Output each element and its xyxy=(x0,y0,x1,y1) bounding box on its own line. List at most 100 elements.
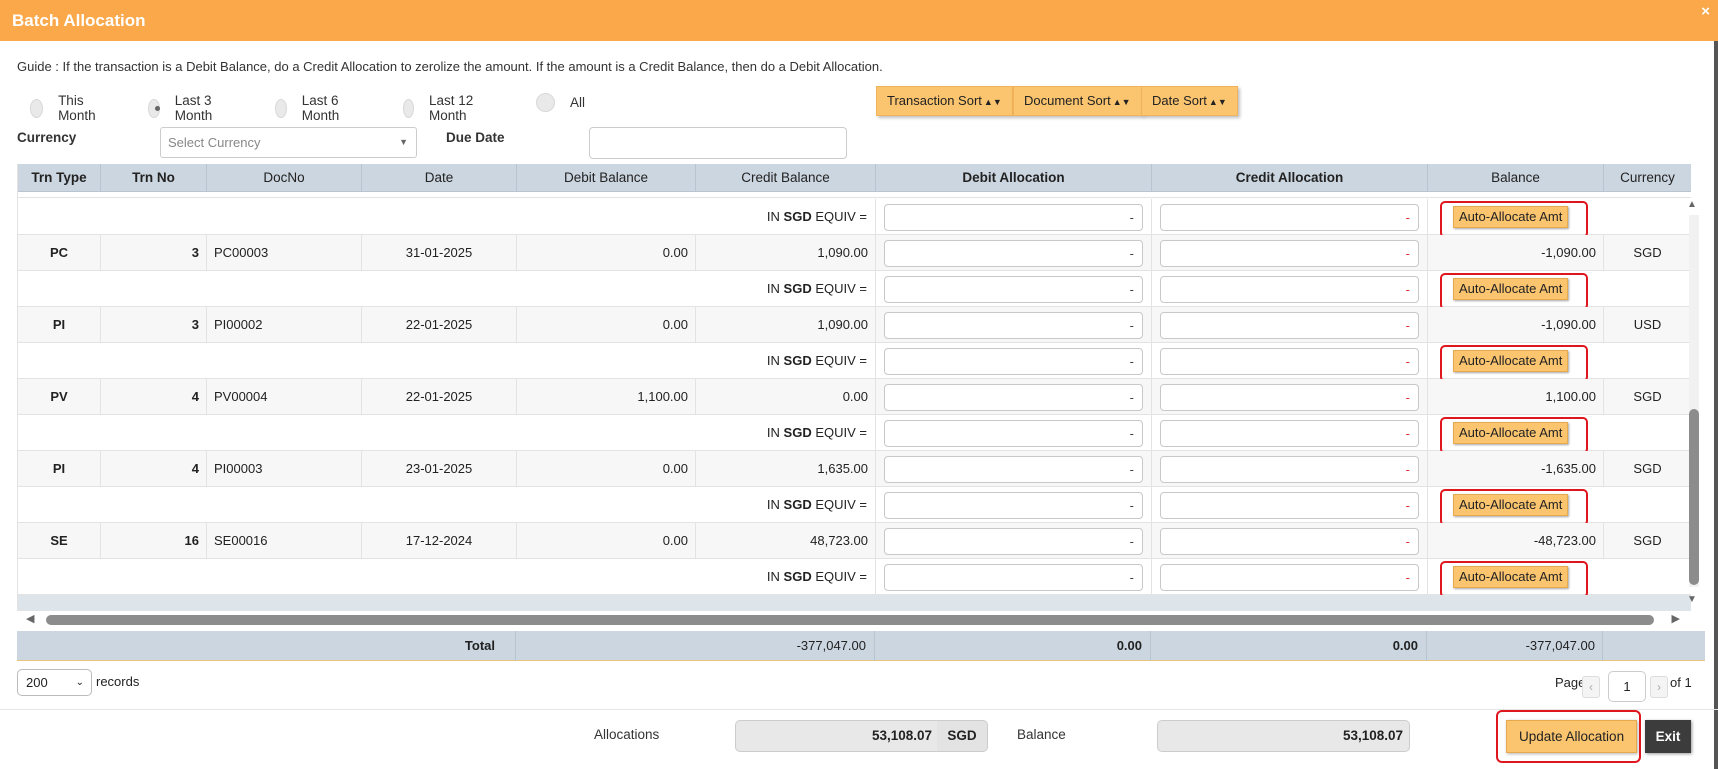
scroll-thumb[interactable] xyxy=(46,615,1654,625)
radio-dot[interactable] xyxy=(536,93,555,112)
radio-dot-selected[interactable] xyxy=(148,98,160,118)
radio-this-month[interactable]: This Month xyxy=(30,93,102,123)
date-sort-button[interactable]: Date Sort ▲▼ xyxy=(1141,86,1238,116)
auto-allocate-button[interactable]: Auto-Allocate Amt xyxy=(1453,206,1569,228)
equiv-row: IN SGD EQUIV = - - Auto-Allocate Amt xyxy=(18,559,1691,598)
scroll-up-icon[interactable]: ▲ xyxy=(1687,199,1697,210)
cell-balance: -1,635.00 xyxy=(1428,451,1604,487)
credit-allocation-input[interactable]: - xyxy=(1160,204,1419,231)
table-row[interactable]: PI 4 PI00003 23-01-2025 0.00 1,635.00 - … xyxy=(18,451,1691,487)
credit-allocation-input[interactable]: - xyxy=(1160,312,1419,339)
credit-allocation-input[interactable]: - xyxy=(1160,420,1419,447)
radio-all[interactable]: All xyxy=(536,93,585,112)
cell-doc-no: PI00002 xyxy=(207,307,362,343)
auto-allocate-button[interactable]: Auto-Allocate Amt xyxy=(1453,350,1569,372)
credit-allocation-input[interactable]: - xyxy=(1160,492,1419,519)
close-icon[interactable]: × xyxy=(1701,3,1710,20)
next-page-button[interactable]: › xyxy=(1650,676,1668,698)
radio-label: Last 3 Month xyxy=(174,93,213,123)
auto-allocate-button[interactable]: Auto-Allocate Amt xyxy=(1453,566,1569,588)
sort-label: Document Sort xyxy=(1024,93,1111,108)
radio-dot[interactable] xyxy=(403,98,415,118)
credit-allocation-input[interactable]: - xyxy=(1160,348,1419,375)
debit-allocation-input[interactable]: - xyxy=(884,348,1143,375)
debit-allocation-input[interactable]: - xyxy=(884,276,1143,303)
debit-allocation-input[interactable]: - xyxy=(884,204,1143,231)
equiv-label: IN SGD EQUIV = xyxy=(517,343,876,379)
debit-allocation-input[interactable]: - xyxy=(884,384,1143,411)
credit-allocation-input[interactable]: - xyxy=(1160,564,1419,591)
radio-label: This Month xyxy=(58,93,96,123)
table-row[interactable]: SE 16 SE00016 17-12-2024 0.00 48,723.00 … xyxy=(18,523,1691,559)
col-header[interactable]: Currency xyxy=(1604,164,1691,192)
col-header[interactable]: Credit Allocation xyxy=(1152,164,1428,192)
cell-balance: 1,100.00 xyxy=(1428,379,1604,415)
records-label: records xyxy=(96,674,140,689)
debit-allocation-input[interactable]: - xyxy=(884,492,1143,519)
cell-currency: SGD xyxy=(1604,451,1691,487)
debit-allocation-input[interactable]: - xyxy=(884,240,1143,267)
debit-allocation-input[interactable]: - xyxy=(884,312,1143,339)
debit-allocation-input[interactable]: - xyxy=(884,528,1143,555)
debit-allocation-input[interactable]: - xyxy=(884,564,1143,591)
horizontal-scrollbar[interactable]: ◀ ▶ xyxy=(24,611,1684,629)
cell-date: 23-01-2025 xyxy=(362,451,517,487)
auto-allocate-button[interactable]: Auto-Allocate Amt xyxy=(1453,278,1569,300)
credit-allocation-input[interactable]: - xyxy=(1160,240,1419,267)
col-header[interactable]: Trn Type xyxy=(18,164,101,192)
equiv-row: IN SGD EQUIV = - - Auto-Allocate Amt xyxy=(18,199,1691,238)
scroll-down-icon[interactable]: ▼ xyxy=(1687,594,1697,605)
table-row[interactable]: PI 3 PI00002 22-01-2025 0.00 1,090.00 - … xyxy=(18,307,1691,343)
credit-allocation-input[interactable]: - xyxy=(1160,528,1419,555)
auto-allocate-button[interactable]: Auto-Allocate Amt xyxy=(1453,422,1569,444)
dialog-title: Batch Allocation xyxy=(12,11,146,30)
radio-dot[interactable] xyxy=(275,98,287,118)
radio-dot[interactable] xyxy=(30,98,44,118)
exit-button[interactable]: Exit xyxy=(1645,720,1691,753)
cell-doc-no: PV00004 xyxy=(207,379,362,415)
col-header[interactable]: DocNo xyxy=(207,164,362,192)
radio-last-3-month[interactable]: Last 3 Month xyxy=(148,93,220,123)
dialog-footer: Allocations 53,108.07 SGD Balance 53,108… xyxy=(0,709,1718,769)
cell-trn-no: 4 xyxy=(101,379,207,415)
col-header[interactable]: Date xyxy=(362,164,517,192)
table-row[interactable]: PC 3 PC00003 31-01-2025 0.00 1,090.00 - … xyxy=(18,235,1691,271)
scroll-left-icon[interactable]: ◀ xyxy=(26,612,34,625)
credit-allocation-input[interactable]: - xyxy=(1160,456,1419,483)
col-header[interactable]: Debit Allocation xyxy=(876,164,1152,192)
page-size-value: 200 xyxy=(26,675,48,690)
col-header[interactable]: Credit Balance xyxy=(696,164,876,192)
credit-allocation-input[interactable]: - xyxy=(1160,384,1419,411)
page-size-select[interactable]: 200 ⌄ xyxy=(17,669,92,696)
equiv-label: IN SGD EQUIV = xyxy=(517,199,876,235)
update-allocation-button[interactable]: Update Allocation xyxy=(1506,720,1638,753)
col-header[interactable]: Debit Balance xyxy=(517,164,696,192)
radio-last-12-month[interactable]: Last 12 Month xyxy=(403,93,475,123)
currency-select[interactable]: Select Currency ▼ xyxy=(160,127,417,158)
credit-allocation-input[interactable]: - xyxy=(1160,276,1419,303)
cell-currency: SGD xyxy=(1604,379,1691,415)
col-header[interactable]: Balance xyxy=(1428,164,1604,192)
cell-date: 31-01-2025 xyxy=(362,235,517,271)
cell-debit-balance: 1,100.00 xyxy=(517,379,696,415)
allocations-currency: SGD xyxy=(937,720,988,752)
scroll-right-icon[interactable]: ▶ xyxy=(1672,612,1680,625)
table-row[interactable]: PV 4 PV00004 22-01-2025 1,100.00 0.00 - … xyxy=(18,379,1691,415)
cell-balance: -1,090.00 xyxy=(1428,235,1604,271)
auto-allocate-button[interactable]: Auto-Allocate Amt xyxy=(1453,494,1569,516)
cell-trn-no: 4 xyxy=(101,451,207,487)
chevron-down-icon: ⌄ xyxy=(75,677,84,688)
vertical-scrollbar[interactable]: ▲ ▼ xyxy=(1686,199,1700,605)
page-number-input[interactable]: 1 xyxy=(1608,671,1646,702)
debit-allocation-input[interactable]: - xyxy=(884,420,1143,447)
transaction-sort-button[interactable]: Transaction Sort ▲▼ xyxy=(876,86,1013,116)
cell-trn-type: PC xyxy=(18,235,101,271)
radio-last-6-month[interactable]: Last 6 Month xyxy=(275,93,347,123)
due-date-input[interactable] xyxy=(589,127,847,159)
dialog-titlebar: Batch Allocation × xyxy=(0,0,1718,41)
col-header[interactable]: Trn No xyxy=(101,164,207,192)
document-sort-button[interactable]: Document Sort ▲▼ xyxy=(1013,86,1142,116)
debit-allocation-input[interactable]: - xyxy=(884,456,1143,483)
prev-page-button[interactable]: ‹ xyxy=(1582,676,1600,698)
scroll-thumb[interactable] xyxy=(1689,409,1699,585)
